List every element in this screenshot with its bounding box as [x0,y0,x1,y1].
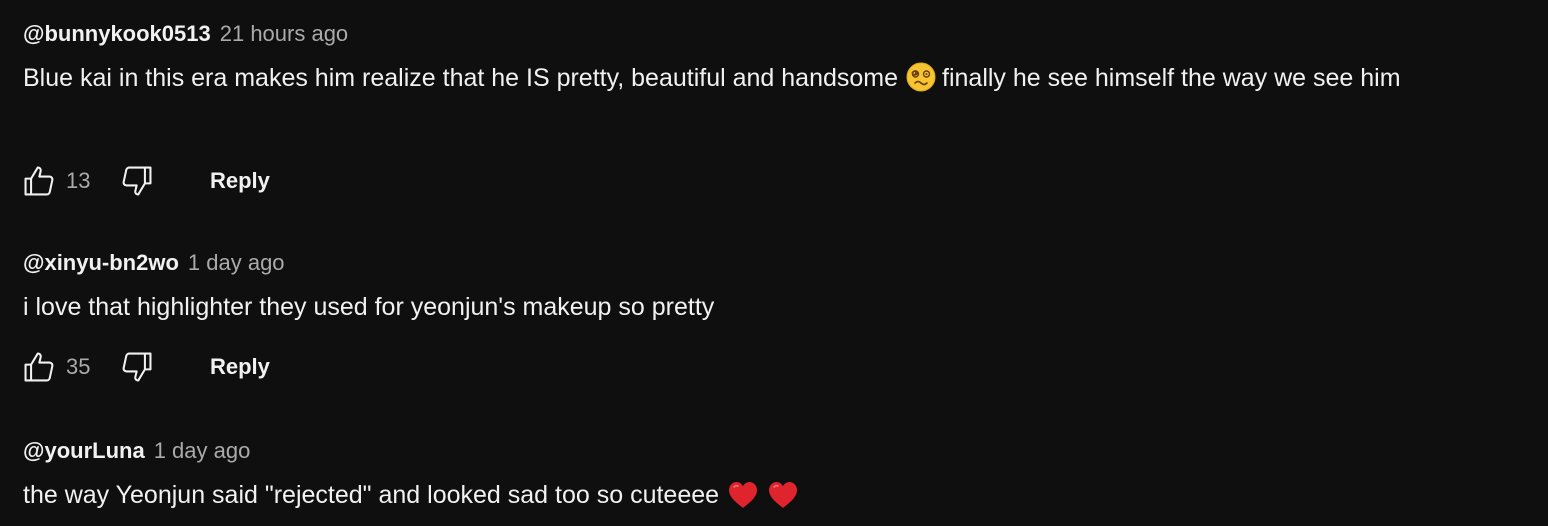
like-count: 13 [66,168,91,193]
comment-header: @yourLuna 1 day ago [23,435,1528,467]
comment-author[interactable]: @yourLuna [23,435,145,467]
comment-text: i love that highlighter they used for ye… [23,293,715,321]
comment-text-part: finally he see himself the way we see hi… [942,64,1401,92]
comment-text: Blue kai in this era makes him realize t… [23,58,1528,98]
comment-timestamp[interactable]: 1 day ago [188,247,285,279]
thumbs-down-icon [122,166,152,196]
comment-thread-2: @xinyu-bn2wo 1 day ago i love that highl… [23,247,1528,382]
comment-timestamp[interactable]: 21 hours ago [220,18,348,50]
comment-header: @bunnykook0513 21 hours ago [23,18,1528,50]
comment-text-part: the way Yeonjun said "rejected" and look… [23,481,720,509]
comment-author[interactable]: @xinyu-bn2wo [23,247,179,279]
thumbs-up-icon [24,166,54,196]
comment-thread-3: @yourLuna 1 day ago the way Yeonjun said… [23,435,1528,515]
comment-action-bar: 13 Reply [18,160,270,202]
comment-text: the way Yeonjun said "rejected" and look… [23,475,1528,515]
comment-action-bar: 35 Reply [18,346,270,388]
woozy-face-emoji [906,62,936,92]
like-button[interactable] [18,346,60,388]
comment-timestamp[interactable]: 1 day ago [154,435,251,467]
dislike-button[interactable] [116,160,158,202]
comment-text-part: Blue kai in this era makes him realize t… [23,64,899,92]
reply-button[interactable]: Reply [210,168,270,194]
like-count: 35 [66,354,91,379]
comment-thread-1: @bunnykook0513 21 hours ago Blue kai in … [23,18,1528,196]
red-heart-emoji [729,482,758,508]
red-heart-emoji [769,482,798,508]
like-button[interactable] [18,160,60,202]
reply-button[interactable]: Reply [210,354,270,380]
thumbs-down-icon [122,352,152,382]
dislike-button[interactable] [116,346,158,388]
comment-author[interactable]: @bunnykook0513 [23,18,211,50]
comment-header: @xinyu-bn2wo 1 day ago [23,247,1528,279]
thumbs-up-icon [24,352,54,382]
